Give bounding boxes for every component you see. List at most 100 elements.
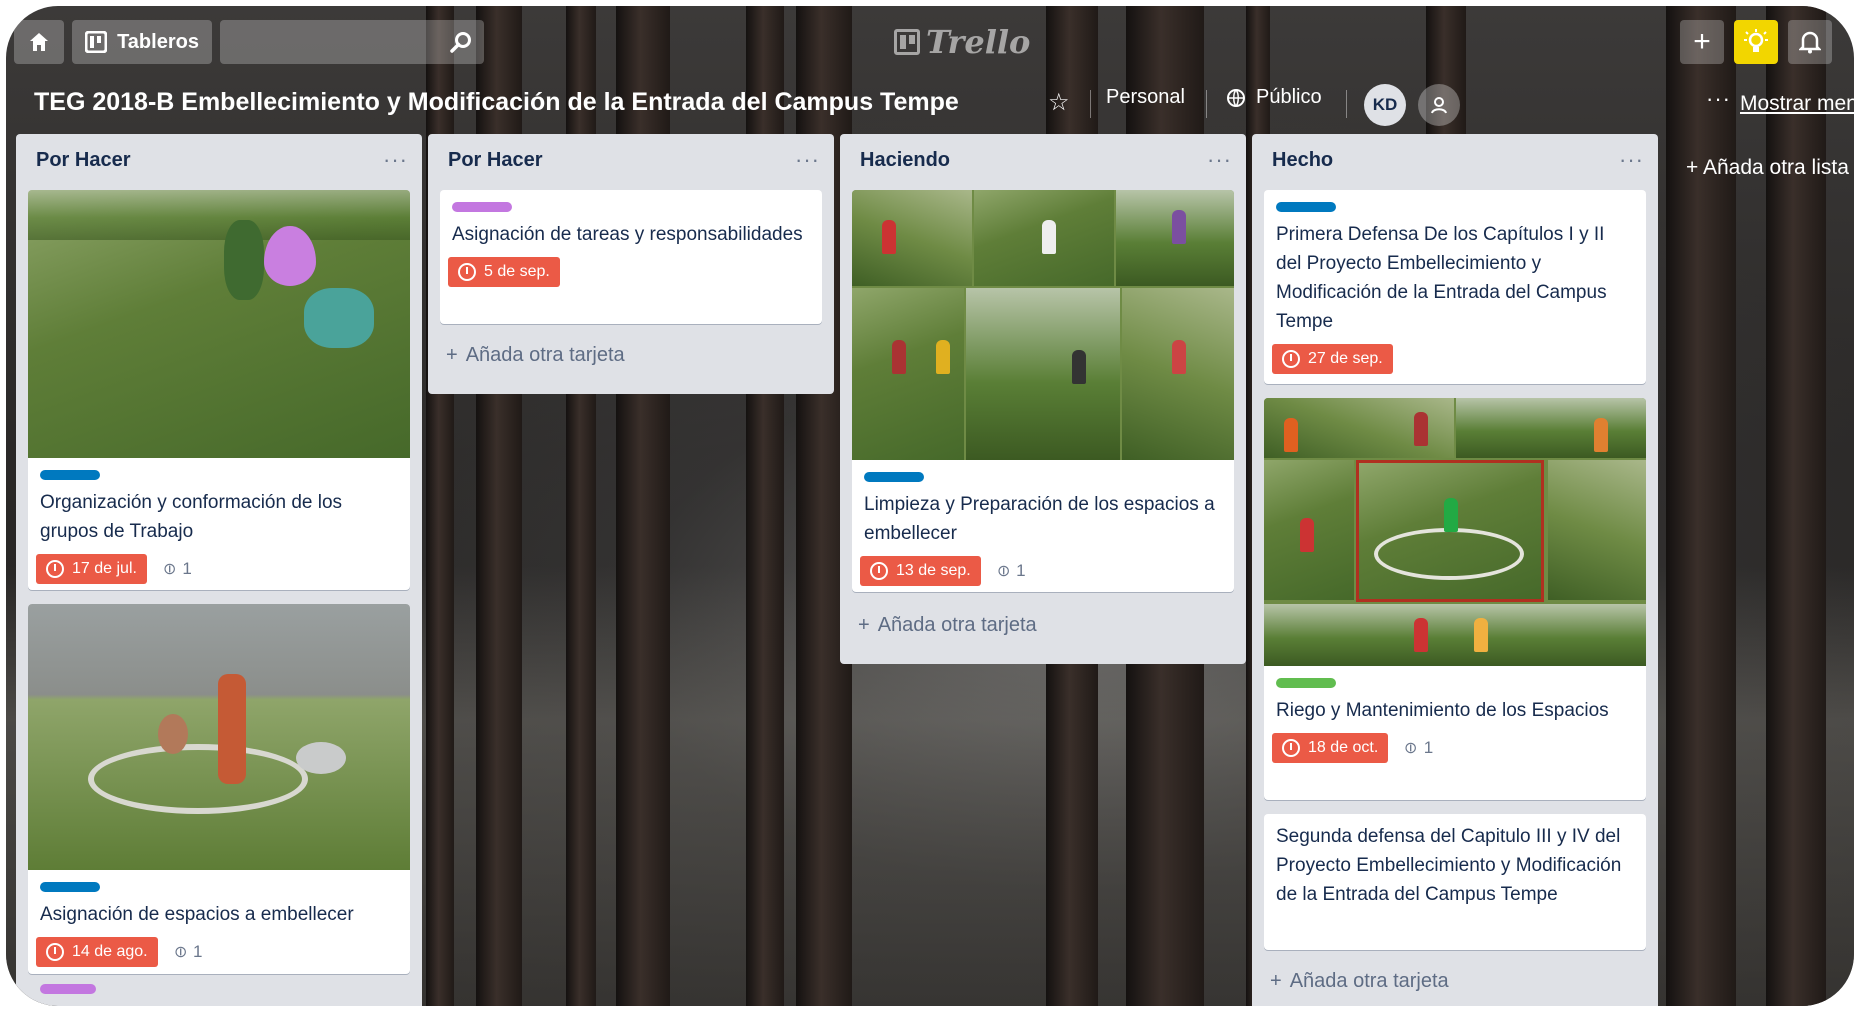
add-card-label: Añada otra tarjeta: [465, 344, 625, 366]
due-date-text: 5 de sep.: [484, 263, 550, 280]
trello-logo[interactable]: Trello: [894, 22, 1030, 62]
due-date-text: 18 de oct.: [1308, 739, 1379, 756]
clock-icon: [46, 943, 64, 961]
list-title[interactable]: Haciendo: [860, 149, 950, 172]
card[interactable]: Segunda defensa del Capitulo III y IV de…: [1264, 814, 1646, 950]
plus-icon: +: [1270, 970, 1282, 992]
divider: [1090, 90, 1091, 118]
visibility-button[interactable]: Público: [1226, 86, 1322, 109]
plus-icon: +: [858, 614, 870, 636]
list: Por Hacer ··· Organización y conformació…: [16, 134, 422, 1006]
list: Por Hacer ··· Asignación de tareas y res…: [428, 134, 834, 394]
invite-button[interactable]: [1418, 84, 1460, 126]
card[interactable]: Organización y conformación de los grupo…: [28, 190, 410, 590]
more-icon[interactable]: ···: [1706, 86, 1731, 112]
boards-icon: [85, 31, 108, 53]
add-card-button[interactable]: + Añada otra tarjeta: [858, 614, 1037, 637]
due-date-badge: 27 de sep.: [1272, 344, 1393, 374]
attachment-count: 1: [1423, 738, 1434, 757]
clock-icon: [1282, 739, 1300, 757]
card[interactable]: Asignación de tareas y responsabilidades…: [440, 190, 822, 324]
card[interactable]: Riego y Mantenimiento de los Espacios 18…: [1264, 398, 1646, 800]
card-title: Segunda defensa del Capitulo III y IV de…: [1276, 826, 1622, 905]
card[interactable]: Primera Defensa De los Capítulos I y II …: [1264, 190, 1646, 384]
card-title: Asignación de tareas y responsabilidades: [452, 224, 803, 245]
plus-icon: +: [446, 344, 458, 366]
bell-icon: [1799, 31, 1821, 54]
create-button[interactable]: +: [1680, 20, 1724, 64]
attachment-count: 1: [1016, 561, 1026, 580]
card-label: [1276, 202, 1336, 212]
add-list-label: Añada otra lista: [1702, 156, 1849, 179]
card-title: Organización y conformación de los grupo…: [40, 492, 343, 542]
attachment-badge: ⊘ 1: [1401, 738, 1434, 760]
add-card-button[interactable]: + Añada otra tarjeta: [1270, 970, 1449, 993]
home-button[interactable]: [14, 20, 64, 64]
due-date-text: 27 de sep.: [1308, 350, 1383, 367]
notifications-button[interactable]: [1788, 20, 1832, 64]
add-list-button[interactable]: + Añada otra lista: [1686, 156, 1849, 180]
card-cover-image: [28, 604, 410, 870]
card-title: Primera Defensa De los Capítulos I y II …: [1276, 224, 1607, 332]
card-cover-image: [852, 190, 1234, 460]
list-title[interactable]: Por Hacer: [448, 149, 543, 172]
card[interactable]: Limpieza y Preparación de los espacios a…: [852, 190, 1234, 592]
board-title[interactable]: TEG 2018-B Embellecimiento y Modificació…: [34, 88, 959, 117]
due-date-text: 17 de jul.: [72, 560, 137, 577]
clock-icon: [46, 560, 64, 578]
star-icon[interactable]: ☆: [1048, 88, 1070, 117]
search-input[interactable]: [220, 20, 484, 64]
list-menu-icon[interactable]: ···: [383, 147, 408, 173]
card-cover-image: [1264, 398, 1646, 666]
team-label: Personal: [1106, 86, 1185, 108]
attachment-badge: ⊘ 1: [993, 561, 1026, 583]
card-cover-image: [28, 190, 410, 458]
avatar[interactable]: KD: [1364, 84, 1406, 126]
plus-icon: +: [1686, 156, 1703, 179]
add-card-label: Añada otra tarjeta: [1289, 970, 1449, 992]
list-title[interactable]: Hecho: [1272, 149, 1333, 172]
trello-logo-icon: [894, 29, 920, 55]
attachment-badge: ⊘ 1: [170, 942, 203, 964]
globe-icon: [1227, 88, 1245, 107]
card-title: Asignación de espacios a embellecer: [40, 904, 354, 925]
paperclip-icon: ⊘: [169, 941, 192, 964]
attachment-count: 1: [182, 559, 192, 578]
card[interactable]: Asignación de espacios a embellecer 14 d…: [28, 604, 410, 974]
due-date-badge: 5 de sep.: [448, 257, 560, 287]
list: Hecho ··· Primera Defensa De los Capítul…: [1252, 134, 1658, 1006]
list-title[interactable]: Por Hacer: [36, 149, 131, 172]
paperclip-icon: ⊘: [993, 560, 1015, 583]
card-label: [452, 202, 512, 212]
add-member-icon: [1431, 97, 1447, 114]
card-label: [40, 882, 100, 892]
divider: [1206, 90, 1207, 118]
logo-text: Trello: [926, 23, 1031, 61]
plus-icon: +: [1693, 25, 1711, 58]
team-button[interactable]: Personal: [1106, 86, 1185, 109]
list-menu-icon[interactable]: ···: [1207, 147, 1232, 173]
paperclip-icon: ⊘: [159, 558, 181, 581]
attachment-count: 1: [193, 942, 203, 961]
lightbulb-icon: [1744, 29, 1768, 52]
boards-button[interactable]: Tableros: [72, 20, 212, 64]
visibility-label: Público: [1256, 86, 1322, 108]
tips-button[interactable]: [1734, 20, 1778, 64]
board-canvas: Tableros Trello + TEG 2018-B Embellecimi…: [6, 6, 1854, 1006]
list-menu-icon[interactable]: ···: [1619, 147, 1644, 173]
list-menu-icon[interactable]: ···: [795, 147, 820, 173]
clock-icon: [458, 263, 476, 281]
home-icon: [30, 33, 48, 51]
due-date-badge: 17 de jul.: [36, 554, 147, 584]
due-date-badge: 13 de sep.: [860, 556, 981, 586]
add-card-button[interactable]: + Añada otra tarjeta: [446, 344, 625, 367]
add-card-label: Añada otra tarjeta: [877, 614, 1037, 636]
paperclip-icon: ⊘: [1400, 737, 1423, 760]
list: Haciendo ··· Limpieza y Preparación de l: [840, 134, 1246, 664]
show-menu-link[interactable]: Mostrar menú: [1740, 92, 1854, 116]
card-label: [40, 984, 96, 994]
card-label: [864, 472, 924, 482]
due-date-badge: 14 de ago.: [36, 937, 158, 967]
card-label: [40, 470, 100, 480]
search-icon: [450, 32, 471, 53]
